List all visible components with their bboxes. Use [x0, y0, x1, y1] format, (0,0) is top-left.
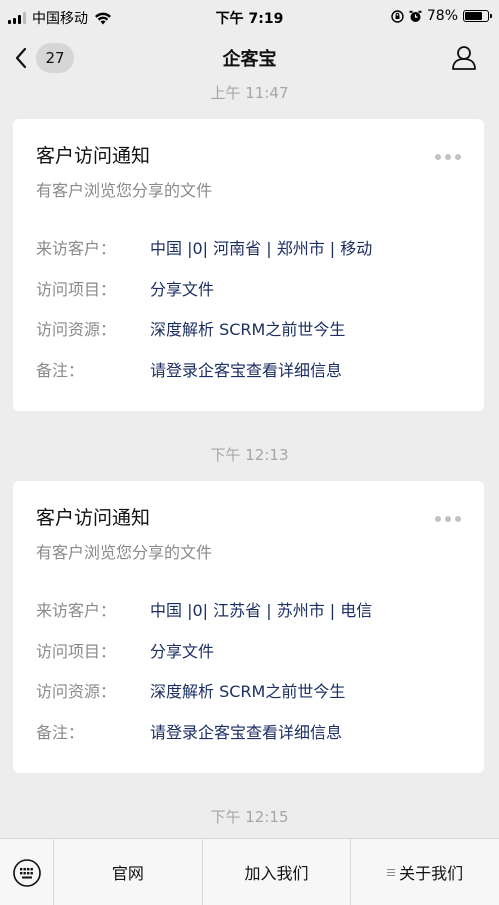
card-title: 客户访问通知 — [36, 145, 151, 167]
row-value: 中国 |0| 江苏省 | 苏州市 | 电信 — [150, 601, 373, 620]
battery-fill — [465, 12, 483, 20]
menu-item-about-us[interactable]: 关于我们 — [351, 839, 499, 905]
status-bar: 中国移动 下午 7:19 78% — [0, 0, 499, 34]
row-value: 深度解析 SCRM之前世今生 — [150, 682, 346, 701]
battery-percent: 78% — [426, 8, 458, 24]
more-options-icon[interactable] — [434, 153, 462, 161]
notification-card[interactable]: 客户访问通知 有客户浏览您分享的文件 来访客户： 中国 |0| 江苏省 | 苏州… — [13, 481, 484, 773]
menu-item-label: 加入我们 — [244, 864, 309, 883]
menu-item-label: 关于我们 — [399, 864, 464, 883]
row-label: 访问项目： — [36, 280, 117, 299]
row-label: 备注： — [36, 723, 85, 742]
menu-item-label: 官网 — [111, 864, 144, 883]
row-label: 访问资源： — [36, 682, 117, 701]
row-label: 来访客户： — [36, 601, 117, 620]
card-title: 客户访问通知 — [36, 507, 151, 529]
alarm-icon — [409, 10, 422, 22]
row-value: 分享文件 — [150, 280, 215, 299]
row-label: 备注： — [36, 361, 85, 380]
row-value: 请登录企客宝查看详细信息 — [150, 361, 343, 380]
card-subtitle: 有客户浏览您分享的文件 — [36, 181, 213, 200]
notification-card[interactable]: 客户访问通知 有客户浏览您分享的文件 来访客户： 中国 |0| 河南省 | 郑州… — [13, 119, 484, 411]
row-label: 来访客户： — [36, 239, 117, 258]
more-options-icon[interactable] — [434, 515, 462, 523]
keyboard-toggle-button[interactable] — [0, 839, 54, 905]
row-label: 访问项目： — [36, 642, 117, 661]
bottom-menu-bar: 官网 加入我们 关于我们 — [0, 838, 499, 905]
menu-item-join-us[interactable]: 加入我们 — [203, 839, 352, 905]
nav-bar: 27 企客宝 — [0, 34, 499, 82]
keyboard-icon — [12, 858, 41, 887]
user-profile-icon[interactable] — [451, 44, 477, 70]
orientation-lock-icon — [391, 9, 404, 23]
card-subtitle: 有客户浏览您分享的文件 — [36, 543, 213, 562]
row-value: 请登录企客宝查看详细信息 — [150, 723, 343, 742]
row-value: 分享文件 — [150, 642, 215, 661]
message-timestamp: 上午 11:47 — [210, 84, 289, 102]
page-title: 企客宝 — [222, 49, 277, 70]
battery-icon — [463, 10, 492, 22]
message-timestamp: 下午 12:13 — [210, 446, 289, 464]
status-right: 78% — [391, 8, 492, 24]
row-value: 中国 |0| 河南省 | 郑州市 | 移动 — [150, 239, 373, 258]
row-label: 访问资源： — [36, 320, 117, 339]
submenu-list-icon — [387, 868, 396, 876]
message-timestamp: 下午 12:15 — [210, 808, 289, 826]
menu-item-website[interactable]: 官网 — [54, 839, 203, 905]
row-value: 深度解析 SCRM之前世今生 — [150, 320, 346, 339]
